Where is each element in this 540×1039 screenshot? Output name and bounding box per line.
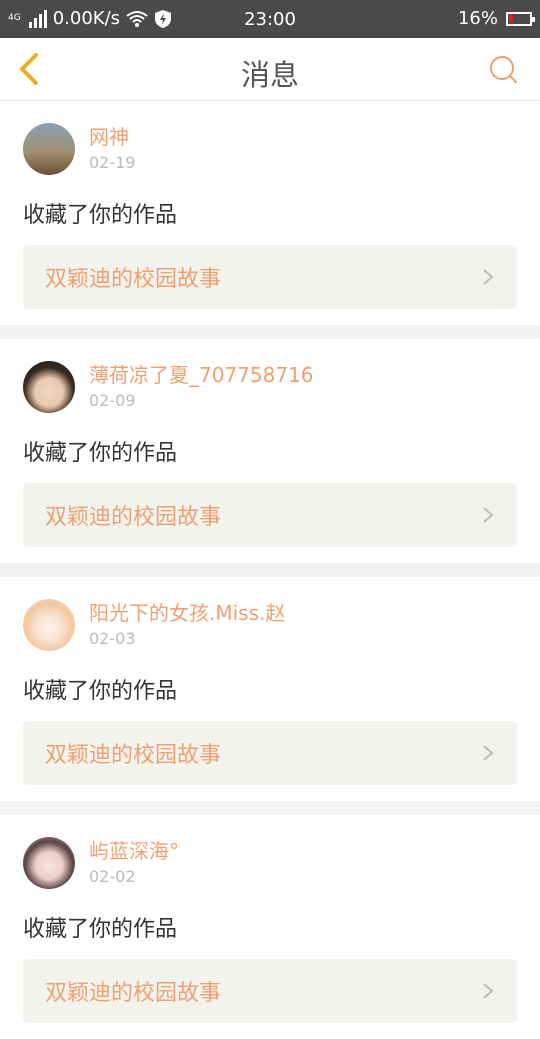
page-title: 消息 (240, 58, 299, 92)
status-right: 16% (457, 8, 535, 29)
chevron-right-icon (483, 507, 494, 523)
message-action: 收藏了你的作品 (23, 203, 178, 228)
battery-percent: 16% (457, 8, 498, 29)
message-user: 阳光下的女孩.Miss.赵 02-03 (23, 599, 517, 651)
nav-header: 消息 (0, 38, 540, 101)
user-name[interactable]: 阳光下的女孩.Miss.赵 (89, 600, 285, 626)
work-link[interactable]: 双颖迪的校园故事 (23, 483, 517, 547)
work-title: 双颖迪的校园故事 (45, 743, 222, 768)
message-date: 02-03 (89, 629, 136, 648)
chevron-right-icon (483, 745, 494, 761)
avatar[interactable] (23, 837, 75, 889)
work-link[interactable]: 双颖迪的校园故事 (23, 721, 517, 785)
status-bar: 4G 0.00K/s 23:00 16% (0, 0, 540, 38)
avatar[interactable] (23, 361, 75, 413)
message-card: 薄荷凉了夏_707758716 02-09 收藏了你的作品 双颖迪的校园故事 (0, 339, 540, 563)
user-name[interactable]: 屿蓝深海° (89, 838, 179, 864)
chevron-right-icon (483, 983, 494, 999)
avatar[interactable] (23, 123, 75, 175)
message-user: 屿蓝深海° 02-02 (23, 837, 517, 889)
message-action: 收藏了你的作品 (23, 441, 178, 466)
work-title: 双颖迪的校园故事 (45, 267, 222, 292)
battery-icon (506, 11, 535, 26)
user-name[interactable]: 网神 (89, 124, 136, 150)
message-list: 网神 02-19 收藏了你的作品 双颖迪的校园故事 薄荷凉了夏_70775871… (0, 101, 540, 1039)
message-action: 收藏了你的作品 (23, 917, 178, 942)
chevron-right-icon (483, 269, 494, 285)
message-date: 02-02 (89, 867, 136, 886)
avatar[interactable] (23, 599, 75, 651)
search-icon[interactable] (488, 54, 518, 84)
message-action: 收藏了你的作品 (23, 679, 178, 704)
work-link[interactable]: 双颖迪的校园故事 (23, 245, 517, 309)
work-title: 双颖迪的校园故事 (45, 981, 222, 1006)
message-user: 薄荷凉了夏_707758716 02-09 (23, 361, 517, 413)
message-card: 阳光下的女孩.Miss.赵 02-03 收藏了你的作品 双颖迪的校园故事 (0, 577, 540, 801)
message-user: 网神 02-19 (23, 123, 517, 175)
user-name[interactable]: 薄荷凉了夏_707758716 (89, 362, 314, 388)
message-date: 02-09 (89, 391, 136, 410)
message-card: 网神 02-19 收藏了你的作品 双颖迪的校园故事 (0, 101, 540, 325)
work-link[interactable]: 双颖迪的校园故事 (23, 959, 517, 1023)
message-card: 屿蓝深海° 02-02 收藏了你的作品 双颖迪的校园故事 (0, 815, 540, 1039)
message-date: 02-19 (89, 153, 136, 172)
work-title: 双颖迪的校园故事 (45, 505, 222, 530)
